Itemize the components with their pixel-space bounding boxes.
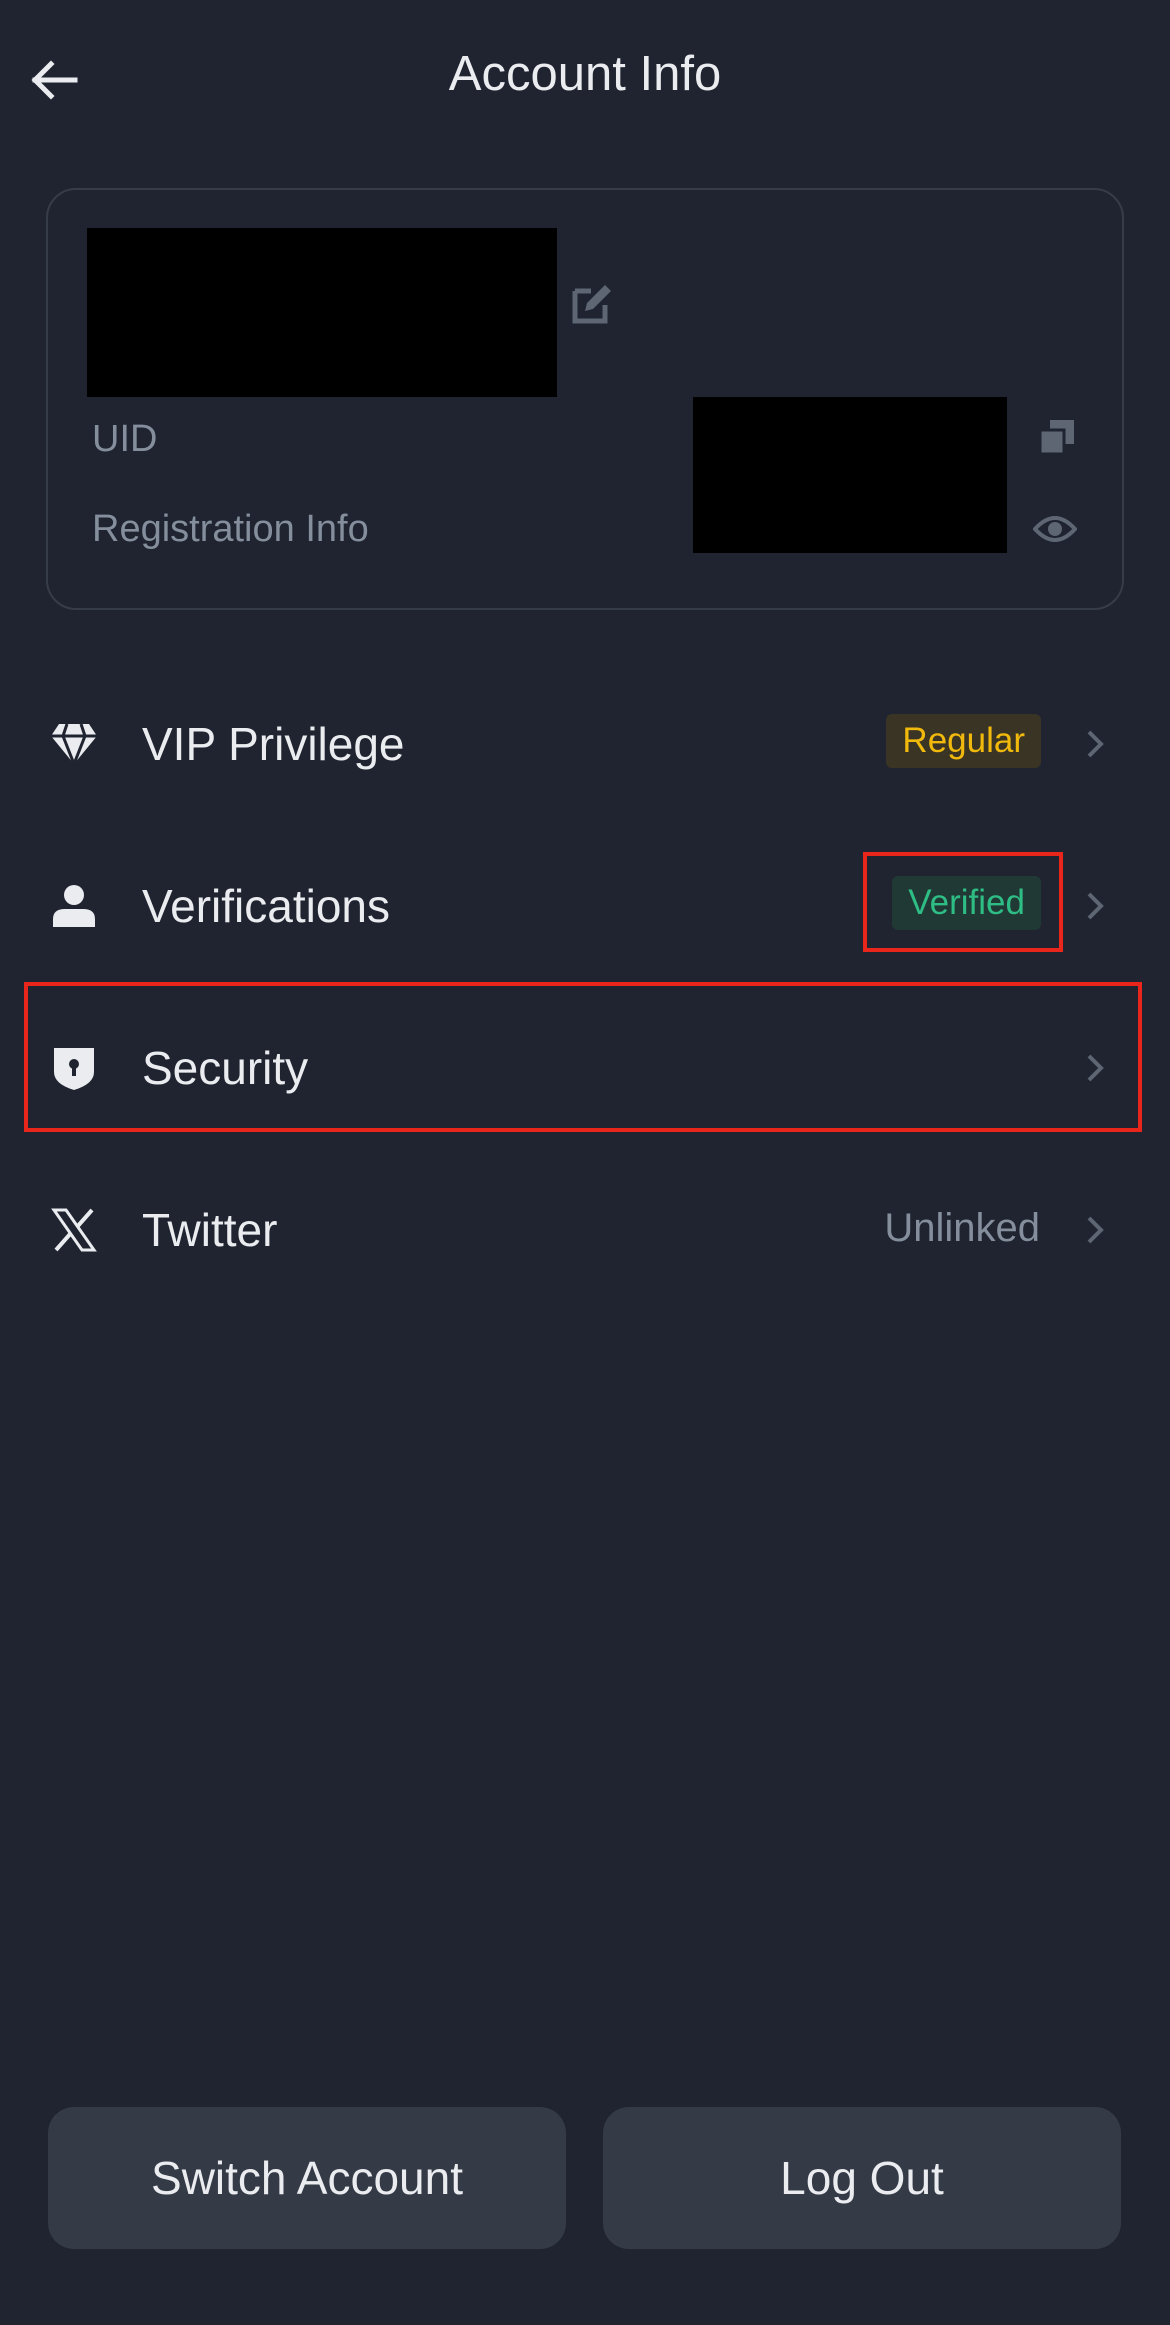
menu-item-verifications[interactable]: Verifications Verified <box>0 824 1170 986</box>
uid-label: UID <box>92 418 158 460</box>
diamond-icon <box>48 718 100 770</box>
vip-level-badge: Regular <box>886 714 1041 768</box>
menu-item-label: Verifications <box>142 880 391 932</box>
eye-icon <box>1033 516 1077 542</box>
copy-uid-button[interactable] <box>1036 416 1078 458</box>
chevron-right-icon <box>1080 886 1110 926</box>
chevron-right-icon <box>1080 724 1110 764</box>
copy-icon <box>1038 420 1074 456</box>
chevron-right-icon <box>1080 1210 1110 1250</box>
twitter-link-status: Unlinked <box>884 1206 1040 1250</box>
menu-item-label: VIP Privilege <box>142 718 405 770</box>
user-icon <box>48 880 100 932</box>
header: Account Info <box>0 0 1170 150</box>
verification-status-badge: Verified <box>892 876 1041 930</box>
redacted-nickname <box>87 228 557 397</box>
edit-nickname-button[interactable] <box>570 280 616 326</box>
menu-item-twitter[interactable]: Twitter Unlinked <box>0 1148 1170 1310</box>
shield-icon <box>48 1042 100 1094</box>
registration-info-label: Registration Info <box>92 508 369 550</box>
x-logo-icon <box>48 1204 100 1256</box>
menu-item-label: Security <box>142 1042 309 1094</box>
menu-item-vip-privilege[interactable]: VIP Privilege Regular <box>0 662 1170 824</box>
menu-item-security[interactable]: Security <box>0 986 1170 1148</box>
redacted-uid-value <box>693 397 1007 553</box>
profile-card: UID Registration Info <box>46 188 1124 610</box>
account-info-screen: Account Info UID Registration Info VIP P… <box>0 0 1170 2325</box>
chevron-right-icon <box>1080 1048 1110 1088</box>
page-title: Account Info <box>448 47 722 101</box>
show-registration-button[interactable] <box>1032 506 1078 552</box>
edit-icon <box>572 285 611 324</box>
menu-item-label: Twitter <box>142 1204 278 1256</box>
logout-button[interactable]: Log Out <box>603 2107 1121 2249</box>
switch-account-button[interactable]: Switch Account <box>48 2107 566 2249</box>
